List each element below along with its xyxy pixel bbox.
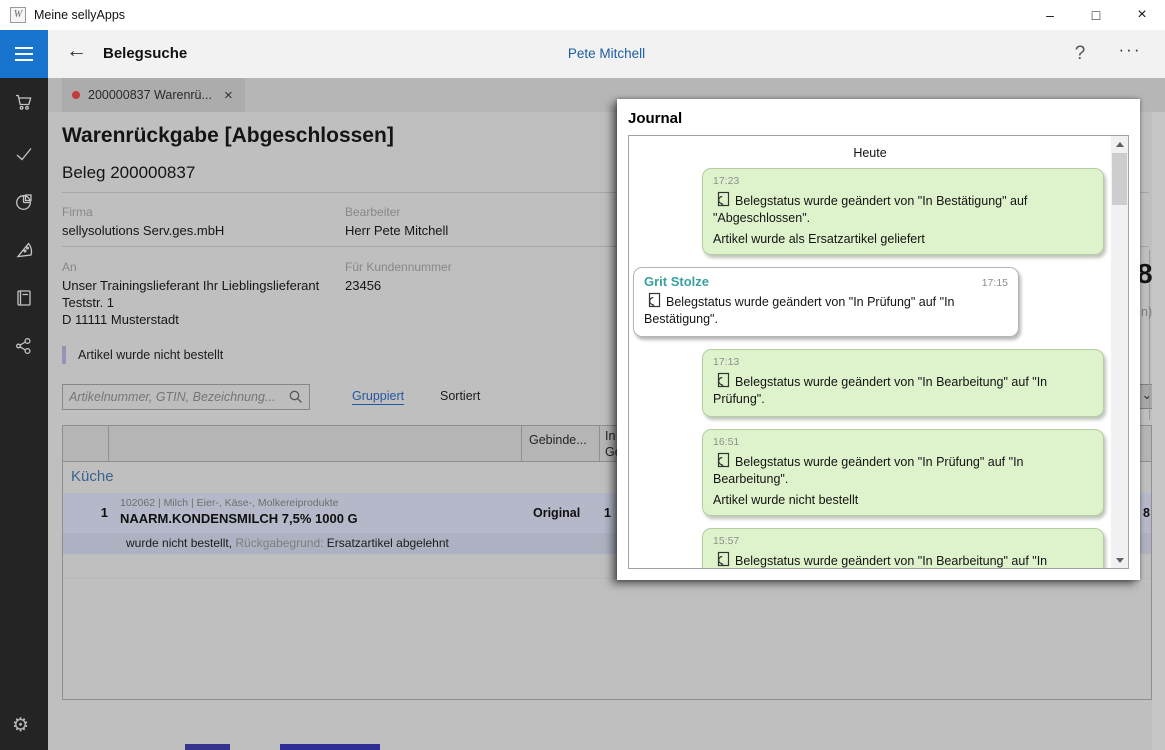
minimize-button[interactable]: – [1027,0,1073,30]
status-change-icon [713,455,735,469]
article-search-box [62,384,310,410]
titlebar: W Meine sellyApps – □ × [0,0,1165,30]
bearbeiter-value: Herr Pete Mitchell [345,222,448,239]
column-separator [599,426,600,462]
journal-scrollpane: Heute 17:23 Belegstatus wurde geändert v… [628,135,1129,569]
app-title: Meine sellyApps [34,8,125,22]
journal-entry[interactable]: 15:57 Belegstatus wurde geändert von "In… [702,528,1104,568]
gebinde-value: Original [533,506,580,520]
row-note-reason-label: Rückgabegrund: [235,536,326,550]
status-change-icon [713,554,735,568]
note-accent-bar [62,346,66,364]
entry-text: Belegstatus wurde geändert von "In Bestä… [713,191,1093,227]
entry-extra: Artikel wurde als Ersatzartikel geliefer… [713,232,1093,246]
journal-entries: Heute 17:23 Belegstatus wurde geändert v… [629,136,1111,568]
journal-dialog: Journal Heute 17:23 Belegstatus wurde ge… [617,99,1140,580]
an-value-line1: Unser Trainingslieferant Ihr Lieblingsli… [62,277,319,294]
bottom-button-fragment[interactable] [280,744,380,750]
column-header-gebinde[interactable]: Gebinde... [529,432,587,448]
entry-time: 16:51 [713,436,1093,448]
pizza-icon[interactable] [14,240,34,260]
status-change-icon [713,375,735,389]
app-logo-icon: W [10,7,26,23]
entry-time: 15:57 [713,535,1093,547]
an-value-line3: D 11111 Musterstadt [62,311,179,328]
entry-text: Belegstatus wurde geändert von "In Prüfu… [713,452,1093,488]
row-note-part1: wurde nicht bestellt, [126,536,235,550]
article-search-input[interactable] [69,385,279,409]
hamburger-menu-button[interactable] [0,30,48,78]
help-icon[interactable]: ? [1060,30,1100,78]
an-label: An [62,260,77,274]
row-amount-fragment: 8 [1143,506,1150,520]
grouped-toggle[interactable]: Gruppiert [352,389,404,405]
scrollbar-thumb[interactable] [1112,153,1127,205]
book-icon[interactable] [14,288,34,308]
kundennummer-label: Für Kundennummer [345,260,452,274]
column-separator [108,426,109,462]
row-note-part2: Ersatzartikel abgelehnt [327,536,449,550]
journal-entry[interactable]: 17:23 Belegstatus wurde geändert von "In… [702,168,1104,255]
entry-time: 17:13 [713,356,1093,368]
bottom-button-fragment[interactable] [185,744,230,750]
journal-entry[interactable]: Grit Stolze 17:15 Belegstatus wurde geän… [633,267,1019,337]
entry-text: Belegstatus wurde geändert von "In Bearb… [713,372,1093,408]
entry-text-content: Belegstatus wurde geändert von "In Bestä… [713,194,1027,225]
entry-time: 17:15 [982,277,1008,289]
entry-text-content: Belegstatus wurde geändert von "In Bearb… [713,554,1047,568]
journal-entry[interactable]: 17:13 Belegstatus wurde geändert von "In… [702,349,1104,417]
unsaved-dot-icon [72,91,80,99]
check-icon[interactable] [14,144,34,164]
header-bar: ← Belegsuche Pete Mitchell ? ··· [48,30,1165,78]
bearbeiter-label: Bearbeiter [345,205,400,219]
quantity-value: 1 [604,506,611,520]
article-meta: 102062 | Milch | Eier-, Käse-, Molkereip… [120,497,338,509]
user-name[interactable]: Pete Mitchell [48,30,1165,78]
day-separator-today: Heute [629,146,1111,160]
tab-document[interactable]: 200000837 Warenrü... × [62,78,245,112]
entry-text: Belegstatus wurde geändert von "In Bearb… [713,551,1093,568]
cart-icon[interactable] [14,92,34,112]
scroll-up-icon[interactable] [1111,136,1128,152]
kundennummer-value: 23456 [345,277,381,294]
tab-label: 200000837 Warenrü... [88,88,212,102]
label-fragment: n) [1141,305,1152,319]
journal-entry[interactable]: 16:51 Belegstatus wurde geändert von "In… [702,429,1104,516]
article-name: NAARM.KONDENSMILCH 7,5% 1000 G [120,511,358,526]
entry-extra: Artikel wurde nicht bestellt [713,493,1093,507]
search-icon[interactable] [288,389,304,410]
entry-text-content: Belegstatus wurde geändert von "In Prüfu… [644,295,955,326]
journal-title: Journal [628,110,682,127]
status-change-icon [644,295,666,309]
firma-label: Firma [62,205,93,219]
sorted-toggle[interactable]: Sortiert [440,389,480,403]
entry-time: 17:23 [713,175,1093,187]
pie-chart-icon[interactable] [14,192,34,212]
status-change-icon [713,194,735,208]
firma-value: sellysolutions Serv.ges.mbH [62,222,224,239]
an-value-line2: Teststr. 1 [62,294,114,311]
row-number: 1 [73,505,108,520]
settings-gear-icon[interactable]: ⚙ [12,714,29,737]
group-header-kueche[interactable]: Küche [71,468,114,485]
tab-close-icon[interactable]: × [224,87,233,104]
entry-text-content: Belegstatus wurde geändert von "In Bearb… [713,375,1047,406]
document-number: Beleg 200000837 [62,163,195,183]
document-title: Warenrückgabe [Abgeschlossen] [62,124,394,148]
entry-author: Grit Stolze [644,274,709,289]
entry-text-content: Belegstatus wurde geändert von "In Prüfu… [713,455,1024,486]
right-edge-strip [1152,112,1165,750]
share-icon[interactable] [14,336,34,356]
app-window: W Meine sellyApps – □ × ⚙ ← Beleg [0,0,1165,750]
column-separator [521,426,522,462]
document-note: Artikel wurde nicht bestellt [78,348,223,362]
sidebar: ⚙ [0,30,48,750]
journal-scrollbar[interactable] [1111,136,1128,568]
more-options-icon[interactable]: ··· [1107,26,1153,74]
scroll-down-icon[interactable] [1111,552,1128,568]
entry-text: Belegstatus wurde geändert von "In Prüfu… [644,292,1008,328]
